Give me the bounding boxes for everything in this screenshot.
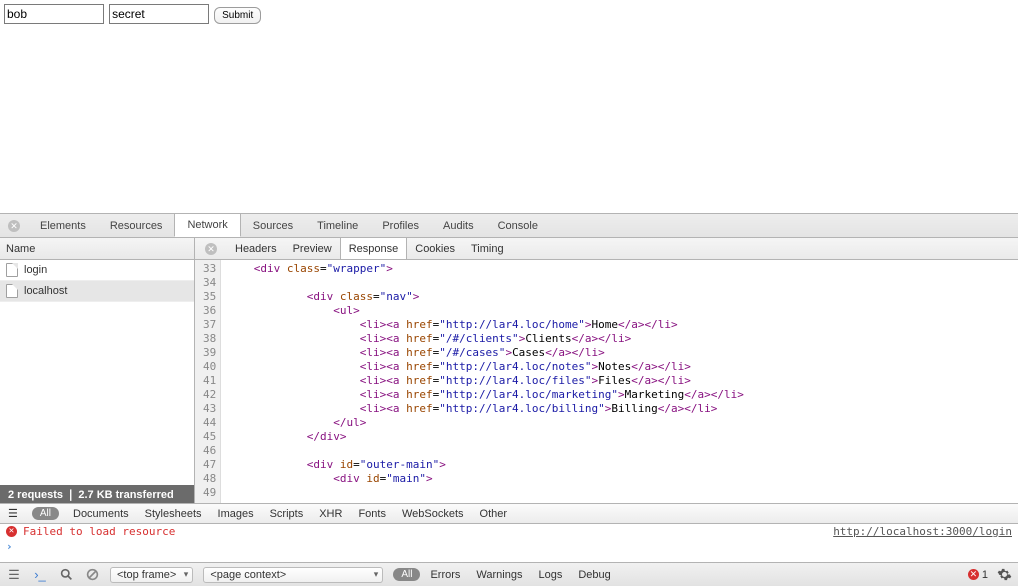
response-body[interactable]: 3334353637383940414243444546474849 <div … bbox=[195, 260, 1018, 503]
password-input[interactable] bbox=[109, 4, 209, 24]
column-header-name[interactable]: Name bbox=[0, 238, 194, 260]
search-icon[interactable] bbox=[58, 567, 74, 583]
filter-scripts[interactable]: Scripts bbox=[270, 508, 304, 520]
console-error-source[interactable]: http://localhost:3000/login bbox=[833, 525, 1012, 538]
filter-all[interactable]: All bbox=[32, 507, 59, 520]
tab-resources[interactable]: Resources bbox=[98, 214, 175, 237]
line-gutter: 3334353637383940414243444546474849 bbox=[195, 260, 221, 503]
detail-tab-response[interactable]: Response bbox=[340, 238, 408, 259]
tab-elements[interactable]: Elements bbox=[28, 214, 98, 237]
close-icon[interactable]: ✕ bbox=[8, 220, 20, 232]
list-icon[interactable]: ☰ bbox=[8, 507, 18, 520]
request-name: localhost bbox=[24, 285, 67, 297]
document-icon bbox=[6, 263, 18, 277]
error-dot-icon: ✕ bbox=[968, 569, 979, 580]
requests-summary: 2 requests ❘ 2.7 KB transferred bbox=[0, 485, 194, 503]
tab-network[interactable]: Network bbox=[174, 214, 240, 237]
filter-fonts[interactable]: Fonts bbox=[358, 508, 386, 520]
footer-filter-warnings[interactable]: Warnings bbox=[476, 569, 522, 581]
clear-icon[interactable] bbox=[84, 567, 100, 583]
settings-icon[interactable] bbox=[996, 567, 1012, 583]
frame-selector[interactable]: <top frame> bbox=[110, 567, 193, 583]
error-count: 1 bbox=[982, 569, 988, 581]
requests-list: Name login localhost 2 requests ❘ 2.7 KB … bbox=[0, 238, 195, 503]
detail-tabbar: ✕ HeadersPreviewResponseCookiesTiming bbox=[195, 238, 1018, 260]
submit-button[interactable]: Submit bbox=[214, 7, 261, 24]
console-prompt[interactable]: › bbox=[0, 539, 1018, 554]
footer-filter-all[interactable]: All bbox=[393, 568, 420, 581]
footer-filter-logs[interactable]: Logs bbox=[538, 569, 562, 581]
devtools-panel: ✕ ElementsResourcesNetworkSourcesTimelin… bbox=[0, 214, 1018, 586]
footer-filter-debug[interactable]: Debug bbox=[578, 569, 610, 581]
toggle-drawer-icon[interactable]: ☰ bbox=[6, 567, 22, 583]
page-viewport: Submit bbox=[0, 0, 1018, 214]
console-output: ✕ Failed to load resource http://localho… bbox=[0, 524, 1018, 562]
tab-timeline[interactable]: Timeline bbox=[305, 214, 370, 237]
filter-websockets[interactable]: WebSockets bbox=[402, 508, 464, 520]
tab-profiles[interactable]: Profiles bbox=[370, 214, 431, 237]
devtools-tabbar: ✕ ElementsResourcesNetworkSourcesTimelin… bbox=[0, 214, 1018, 238]
footer-filter-errors[interactable]: Errors bbox=[430, 569, 460, 581]
network-panel: Name login localhost 2 requests ❘ 2.7 KB … bbox=[0, 238, 1018, 504]
detail-tab-headers[interactable]: Headers bbox=[227, 238, 285, 259]
detail-tab-cookies[interactable]: Cookies bbox=[407, 238, 463, 259]
detail-tab-preview[interactable]: Preview bbox=[285, 238, 340, 259]
request-row[interactable]: localhost bbox=[0, 281, 194, 302]
document-icon bbox=[6, 284, 18, 298]
error-icon: ✕ bbox=[6, 526, 17, 537]
tab-audits[interactable]: Audits bbox=[431, 214, 486, 237]
detail-tab-timing[interactable]: Timing bbox=[463, 238, 512, 259]
devtools-footer: ☰ ›_ <top frame> <page context> All Erro… bbox=[0, 562, 1018, 586]
close-detail-icon[interactable]: ✕ bbox=[205, 243, 217, 255]
console-error-line[interactable]: ✕ Failed to load resource http://localho… bbox=[0, 524, 1018, 539]
network-filter-bar: ☰ All Documents Stylesheets Images Scripts X… bbox=[0, 504, 1018, 524]
console-toggle-icon[interactable]: ›_ bbox=[32, 567, 48, 583]
tab-sources[interactable]: Sources bbox=[241, 214, 305, 237]
filter-images[interactable]: Images bbox=[218, 508, 254, 520]
console-error-text: Failed to load resource bbox=[23, 525, 175, 538]
filter-other[interactable]: Other bbox=[480, 508, 508, 520]
request-name: login bbox=[24, 264, 47, 276]
username-input[interactable] bbox=[4, 4, 104, 24]
context-selector[interactable]: <page context> bbox=[203, 567, 383, 583]
request-detail: ✕ HeadersPreviewResponseCookiesTiming 33… bbox=[195, 238, 1018, 503]
tab-console[interactable]: Console bbox=[486, 214, 550, 237]
filter-xhr[interactable]: XHR bbox=[319, 508, 342, 520]
filter-stylesheets[interactable]: Stylesheets bbox=[145, 508, 202, 520]
request-row[interactable]: login bbox=[0, 260, 194, 281]
chevron-right-icon: › bbox=[6, 540, 13, 553]
filter-documents[interactable]: Documents bbox=[73, 508, 129, 520]
error-count-badge[interactable]: ✕ 1 bbox=[968, 569, 988, 581]
code-content[interactable]: <div class="wrapper"> <div class="nav"> … bbox=[221, 260, 750, 503]
